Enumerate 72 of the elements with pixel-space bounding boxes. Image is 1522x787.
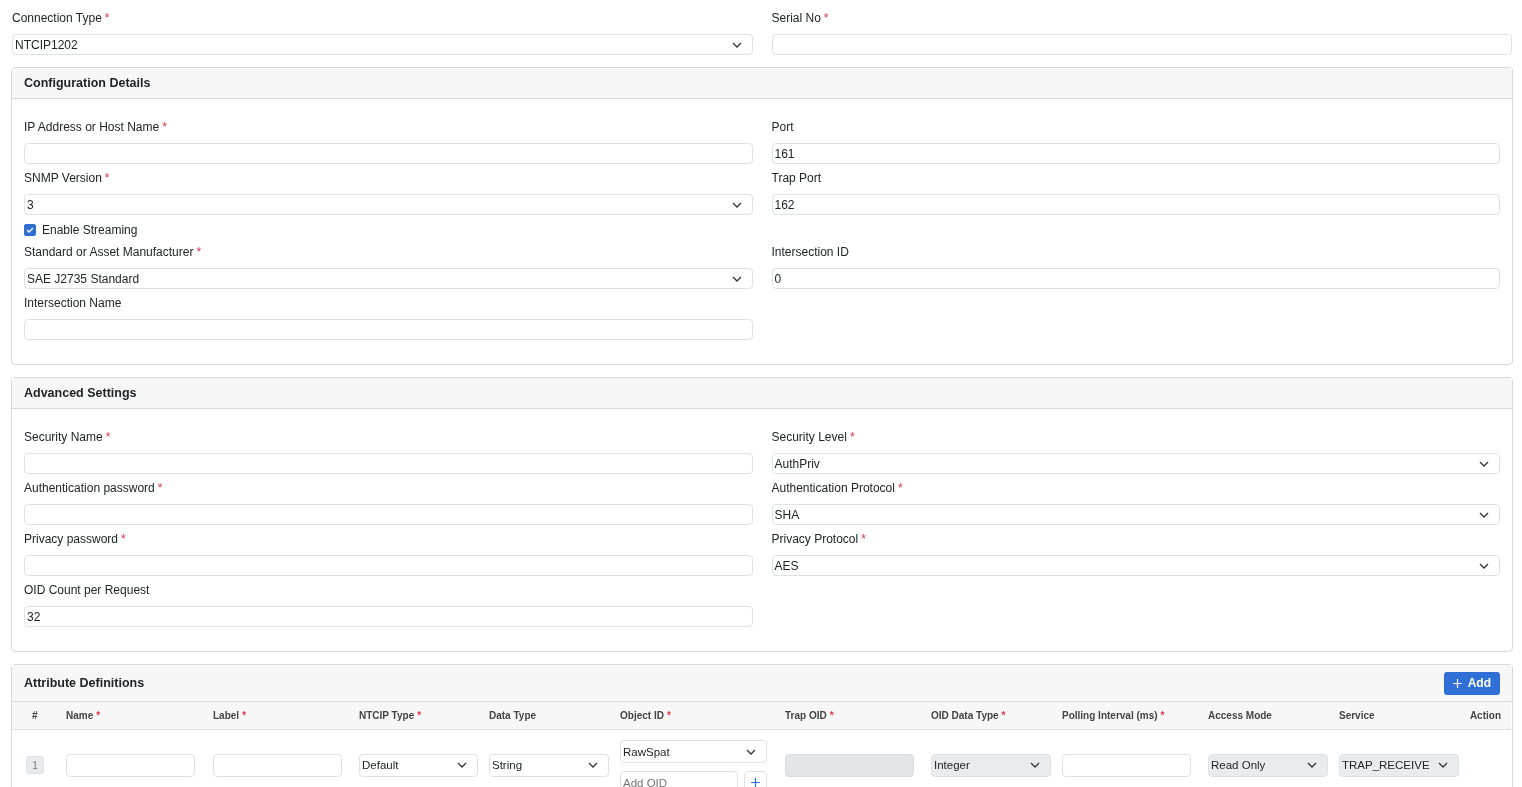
section-title: Configuration Details: [24, 76, 151, 90]
field-label: OID Count per Request: [24, 582, 151, 598]
select-field[interactable]: String: [489, 753, 609, 777]
input-field[interactable]: [24, 143, 753, 164]
field-label: Privacy password *: [24, 531, 127, 547]
chevron-down-icon: [1030, 762, 1040, 768]
input-field[interactable]: [24, 319, 753, 340]
column-header: Access Mode: [1197, 702, 1328, 730]
field-label: Intersection ID: [771, 244, 850, 260]
select-field[interactable]: RawSpat: [620, 740, 767, 763]
select-field[interactable]: SHA: [771, 504, 1500, 525]
select-field[interactable]: AuthPriv: [771, 453, 1500, 474]
field-label: Port: [771, 119, 795, 135]
section-title: Attribute Definitions: [24, 676, 145, 690]
chevron-down-icon: [588, 762, 598, 768]
field-label: Authentication Protocol *: [771, 480, 904, 496]
column-header: Action: [1459, 702, 1511, 730]
chevron-down-icon: [1479, 562, 1489, 569]
checkbox[interactable]: [24, 224, 36, 236]
input-field[interactable]: 32: [24, 606, 753, 627]
select-field[interactable]: NTCIP1202: [12, 34, 753, 55]
field-label: SNMP Version *: [24, 170, 111, 186]
column-header: Name *: [55, 702, 202, 730]
column-header: Object ID *: [609, 702, 774, 730]
plus-icon: [1452, 678, 1462, 688]
column-header: OID Data Type *: [920, 702, 1051, 730]
input-field[interactable]: [213, 753, 342, 777]
chevron-down-icon: [1479, 511, 1489, 518]
column-header: Data Type: [478, 702, 609, 730]
column-header: Service: [1328, 702, 1459, 730]
plus-icon: [751, 778, 760, 787]
checkbox-label[interactable]: Enable Streaming: [42, 223, 138, 237]
chevron-down-icon: [746, 748, 756, 755]
chevron-down-icon: [731, 275, 742, 282]
column-header: NTCIP Type *: [348, 702, 478, 730]
input-field[interactable]: Add OID: [620, 771, 738, 787]
field-label: Serial No *: [771, 10, 830, 26]
input-field[interactable]: [24, 555, 753, 576]
input-field[interactable]: [24, 453, 753, 474]
select-field[interactable]: Default: [359, 753, 478, 777]
input-field[interactable]: [66, 753, 195, 777]
field-label: Security Level *: [771, 429, 856, 445]
select-field[interactable]: 3: [24, 194, 753, 215]
chevron-down-icon: [731, 41, 742, 48]
field-label: Intersection Name: [24, 295, 123, 311]
chevron-down-icon: [1479, 460, 1489, 467]
column-header: Trap OID *: [774, 702, 920, 730]
add-button[interactable]: Add: [1443, 671, 1500, 695]
section-title: Advanced Settings: [24, 386, 137, 400]
chevron-down-icon: [731, 201, 742, 208]
field-label: Connection Type *: [12, 10, 111, 26]
field-label: Standard or Asset Manufacturer *: [24, 244, 203, 260]
field-label: Authentication password *: [24, 480, 164, 496]
input-field[interactable]: 162: [771, 194, 1500, 215]
select-field[interactable]: AES: [771, 555, 1500, 576]
field-label: Trap Port: [771, 170, 823, 186]
chevron-down-icon: [1438, 762, 1448, 768]
input-field[interactable]: 0: [771, 268, 1500, 289]
field-label: Security Name *: [24, 429, 112, 445]
row-number: 1: [26, 756, 44, 774]
input-field[interactable]: [1062, 753, 1191, 777]
field-label: Privacy Protocol *: [771, 531, 867, 547]
column-header: #: [12, 702, 55, 730]
input-field[interactable]: [771, 34, 1512, 55]
column-header: Label *: [202, 702, 348, 730]
input-field[interactable]: [24, 504, 753, 525]
column-header: Polling Interval (ms) *: [1051, 702, 1197, 730]
select-field[interactable]: SAE J2735 Standard: [24, 268, 753, 289]
input-field[interactable]: 161: [771, 143, 1500, 164]
chevron-down-icon: [457, 762, 467, 768]
field-label: IP Address or Host Name *: [24, 119, 168, 135]
chevron-down-icon: [1307, 762, 1317, 768]
